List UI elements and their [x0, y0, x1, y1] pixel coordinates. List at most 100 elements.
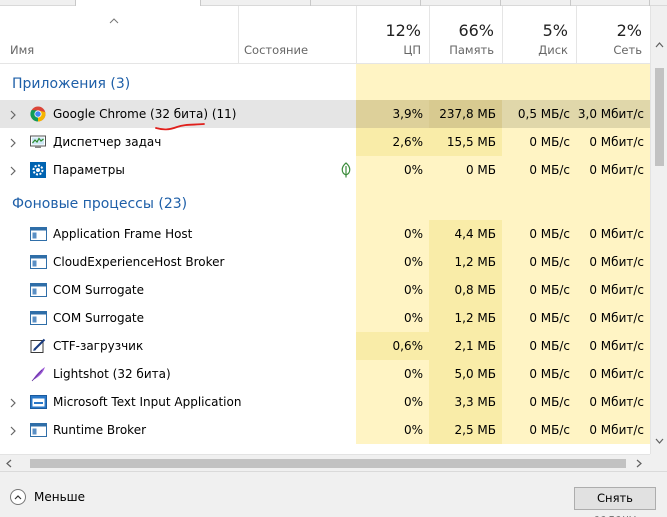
- cell-memory: 3,3 МБ: [429, 388, 502, 416]
- cell-network: 0 Мбит/с: [576, 156, 650, 184]
- cell-network: 3,0 Мбит/с: [576, 100, 650, 128]
- fewer-details-toggle[interactable]: Меньше: [10, 488, 85, 506]
- column-memory[interactable]: 66% Память: [429, 6, 502, 64]
- cell-cpu: 0%: [356, 156, 429, 184]
- group-cell-cpu: [356, 64, 429, 100]
- value-network: 0 Мбит/с: [589, 135, 644, 149]
- cell-memory: 15,5 МБ: [429, 128, 502, 156]
- process-row[interactable]: Google Chrome (32 бита) (11) 3,9% 237,8 МБ…: [0, 100, 650, 128]
- process-name: Application Frame Host: [53, 227, 193, 241]
- horizontal-scroll-thumb[interactable]: [30, 459, 626, 468]
- value-disk: 0 МБ/с: [529, 255, 570, 269]
- value-cpu: 0%: [403, 227, 423, 241]
- process-row[interactable]: Microsoft Text Input Application 0% 3,3 МБ…: [0, 388, 650, 416]
- app-window-icon: [30, 282, 47, 298]
- cell-network: 0 Мбит/с: [576, 220, 650, 248]
- chevron-right-icon[interactable]: [9, 109, 17, 120]
- cell-cpu: 0%: [356, 276, 429, 304]
- value-memory: 1,2 МБ: [454, 311, 496, 325]
- cell-cpu: 3,9%: [356, 100, 429, 128]
- value-memory: 237,8 МБ: [439, 107, 496, 121]
- process-list[interactable]: Приложения (3) Google Chrome (32 бита) (1…: [0, 64, 650, 454]
- value-network: 0 Мбит/с: [589, 395, 644, 409]
- process-row[interactable]: COM Surrogate 0% 1,2 МБ 0 МБ/с 0 Мбит/с: [0, 304, 650, 332]
- chevron-right-icon[interactable]: [9, 425, 17, 436]
- cell-network: 0 Мбит/с: [576, 304, 650, 332]
- value-memory: 4,4 МБ: [454, 227, 496, 241]
- scroll-down-icon[interactable]: [655, 438, 664, 444]
- process-row[interactable]: CloudExperienceHost Broker 0% 1,2 МБ 0 МБ/с…: [0, 248, 650, 276]
- column-name[interactable]: Имя: [0, 6, 238, 64]
- process-row[interactable]: Диспетчер задач 2,6% 15,5 МБ 0 МБ/с 0 Мбит/с: [0, 128, 650, 156]
- value-network: 0 Мбит/с: [589, 339, 644, 353]
- value-disk: 0,5 МБ/с: [517, 107, 570, 121]
- end-task-button[interactable]: Снять задачу: [574, 487, 656, 517]
- cell-disk: 0 МБ/с: [502, 332, 576, 360]
- memory-total-percent: 66%: [458, 21, 494, 40]
- process-name: CloudExperienceHost Broker: [53, 255, 225, 269]
- app-window-icon: [30, 422, 47, 438]
- process-row[interactable]: CTF-загрузчик 0,6% 2,1 МБ 0 МБ/с 0 Мбит/с: [0, 332, 650, 360]
- column-disk[interactable]: 5% Диск: [502, 6, 576, 64]
- value-memory: 0,8 МБ: [454, 283, 496, 297]
- process-name: Microsoft Text Input Application: [53, 395, 242, 409]
- process-row[interactable]: Application Frame Host 0% 4,4 МБ 0 МБ/с 0 Мб…: [0, 220, 650, 248]
- cell-network: 0 Мбит/с: [576, 388, 650, 416]
- cell-cpu: 2,6%: [356, 128, 429, 156]
- value-disk: 0 МБ/с: [529, 163, 570, 177]
- cell-memory: 2,1 МБ: [429, 332, 502, 360]
- column-network[interactable]: 2% Сеть: [576, 6, 650, 64]
- horizontal-scrollbar[interactable]: [0, 454, 650, 471]
- process-row[interactable]: COM Surrogate 0% 0,8 МБ 0 МБ/с 0 Мбит/с: [0, 276, 650, 304]
- column-cpu[interactable]: 12% ЦП: [356, 6, 429, 64]
- ctf-pen-icon: [30, 338, 47, 354]
- group-cell-disk: [502, 64, 576, 100]
- cell-disk: 0 МБ/с: [502, 156, 576, 184]
- process-name: Параметры: [53, 163, 125, 177]
- process-name: COM Surrogate: [53, 283, 145, 297]
- scroll-left-icon[interactable]: [6, 459, 12, 468]
- group-cell-cpu: [356, 184, 429, 220]
- column-status[interactable]: Состояние: [238, 6, 356, 64]
- value-cpu: 0%: [403, 255, 423, 269]
- value-disk: 0 МБ/с: [529, 367, 570, 381]
- process-row[interactable]: Параметры 0% 0 МБ 0 МБ/с 0 Мбит/с: [0, 156, 650, 184]
- value-cpu: 0%: [403, 283, 423, 297]
- scroll-right-icon[interactable]: [636, 459, 642, 468]
- value-disk: 0 МБ/с: [529, 395, 570, 409]
- process-row[interactable]: Lightshot (32 бита) 0% 5,0 МБ 0 МБ/с 0 Мбит/…: [0, 360, 650, 388]
- value-cpu: 0%: [403, 163, 423, 177]
- column-header: Имя Состояние 12% ЦП 66% Память 5% Диск …: [0, 6, 650, 64]
- cell-network: 0 Мбит/с: [576, 332, 650, 360]
- value-cpu: 0%: [403, 311, 423, 325]
- cell-disk: 0 МБ/с: [502, 128, 576, 156]
- chevron-right-icon[interactable]: [9, 137, 17, 148]
- process-row[interactable]: Runtime Broker 0% 2,5 МБ 0 МБ/с 0 Мбит/с: [0, 416, 650, 444]
- cell-disk: 0 МБ/с: [502, 360, 576, 388]
- disk-total-percent: 5%: [542, 21, 568, 40]
- cell-network: 0 Мбит/с: [576, 248, 650, 276]
- cell-memory: 1,2 МБ: [429, 304, 502, 332]
- group-cell-network: [576, 64, 650, 100]
- value-cpu: 3,9%: [392, 107, 424, 121]
- vertical-scrollbar[interactable]: [650, 6, 667, 454]
- app-window-icon: [30, 254, 47, 270]
- chevron-right-icon[interactable]: [9, 165, 17, 176]
- group-header: Приложения (3): [0, 64, 650, 100]
- group-title: Приложения (3): [12, 76, 131, 92]
- column-memory-label: Память: [449, 43, 494, 57]
- scrollbar-corner: [650, 454, 667, 471]
- chevron-right-icon[interactable]: [9, 397, 17, 408]
- leaf-icon: [340, 162, 352, 178]
- group-cell-memory: [429, 184, 502, 220]
- cell-memory: 0,8 МБ: [429, 276, 502, 304]
- cell-disk: 0 МБ/с: [502, 220, 576, 248]
- column-cpu-label: ЦП: [403, 43, 421, 57]
- value-cpu: 2,6%: [392, 135, 424, 149]
- value-cpu: 0%: [403, 395, 423, 409]
- cell-disk: 0,5 МБ/с: [502, 100, 576, 128]
- value-disk: 0 МБ/с: [529, 283, 570, 297]
- scroll-up-icon[interactable]: [655, 42, 664, 48]
- sort-up-icon: [109, 18, 119, 24]
- vertical-scroll-thumb[interactable]: [655, 68, 664, 166]
